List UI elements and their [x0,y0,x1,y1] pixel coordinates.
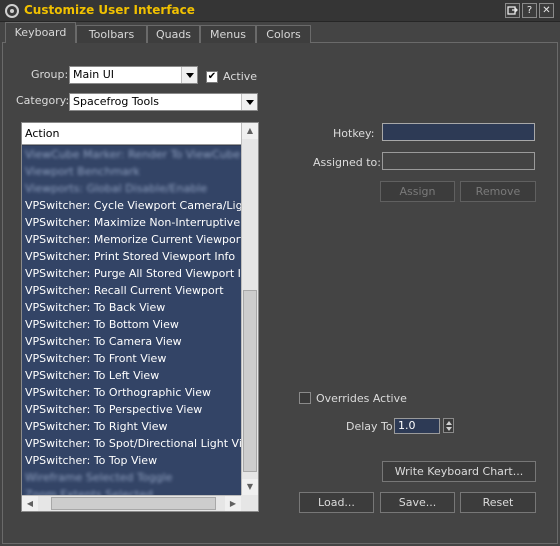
active-label: Active [223,70,258,83]
category-label: Category: [16,94,70,107]
list-item[interactable]: VPSwitcher: To Front View [22,350,241,367]
tab-colors[interactable]: Colors [256,25,311,43]
category-dropdown[interactable]: Spacefrog Tools [69,93,258,111]
group-dropdown[interactable]: Main UI [69,66,198,84]
tab-menus[interactable]: Menus [200,25,256,43]
overrides-active-label: Overrides Active [316,392,407,405]
list-item[interactable]: VPSwitcher: Maximize Non-Interruptive [22,214,241,231]
list-item[interactable]: VPSwitcher: Memorize Current Viewport [22,231,241,248]
load-button[interactable]: Load... [299,492,374,513]
scroll-left-arrow-icon[interactable]: ◀ [22,496,38,511]
group-label: Group: [31,68,69,81]
horizontal-scrollbar[interactable]: ◀ ▶ [22,495,241,511]
list-item[interactable]: VPSwitcher: Recall Current Viewport [22,282,241,299]
hotkey-label: Hotkey: [333,127,375,140]
reset-button[interactable]: Reset [460,492,536,513]
delay-spinner[interactable] [443,418,454,433]
list-item[interactable]: VPSwitcher: To Orthographic View [22,384,241,401]
chevron-down-icon[interactable] [241,94,257,110]
list-item[interactable]: Wireframe Selected Toggle [22,469,241,486]
list-item[interactable]: VPSwitcher: To Spot/Directional Light Vi… [22,435,241,452]
scrollbar-corner [241,495,258,511]
scroll-right-arrow-icon[interactable]: ▶ [225,496,241,511]
tab-toolbars[interactable]: Toolbars [76,25,147,43]
list-item[interactable]: VPSwitcher: Purge All Stored Viewport In… [22,265,241,282]
window-title: Customize User Interface [24,3,195,17]
scroll-down-arrow-icon[interactable]: ▼ [242,479,258,495]
list-item[interactable]: VPSwitcher: To Perspective View [22,401,241,418]
assign-button[interactable]: Assign [380,181,455,202]
hotkey-field[interactable] [382,123,535,141]
write-keyboard-chart-button[interactable]: Write Keyboard Chart... [382,461,536,482]
scroll-up-arrow-icon[interactable]: ▲ [242,123,258,139]
close-button[interactable]: ✕ [539,3,554,18]
remove-button[interactable]: Remove [460,181,536,202]
overrides-active-checkbox[interactable] [299,392,311,404]
action-rows[interactable]: ViewCube Marker: Render To ViewCube ModV… [22,146,241,495]
list-item[interactable]: VPSwitcher: Cycle Viewport Camera/Light [22,197,241,214]
tab-quads[interactable]: Quads [147,25,200,43]
list-item[interactable]: VPSwitcher: To Back View [22,299,241,316]
dock-icon[interactable] [505,3,520,18]
delay-to-field[interactable]: 1.0 [394,418,440,434]
list-item[interactable]: VPSwitcher: To Bottom View [22,316,241,333]
category-value: Spacefrog Tools [73,95,159,108]
vertical-scrollbar[interactable]: ▲ ▼ [241,123,258,495]
list-item[interactable]: Zoom Extents Selected [22,486,241,495]
list-item[interactable]: VPSwitcher: To Right View [22,418,241,435]
list-item[interactable]: VPSwitcher: To Camera View [22,333,241,350]
horizontal-scroll-thumb[interactable] [51,497,216,510]
list-item[interactable]: Viewport Benchmark [22,163,241,180]
tab-keyboard[interactable]: Keyboard [5,22,76,43]
action-list[interactable]: Action ViewCube Marker: Render To ViewCu… [21,122,259,512]
chevron-down-icon[interactable] [181,67,197,83]
list-item[interactable]: VPSwitcher: Print Stored Viewport Info [22,248,241,265]
assigned-to-field[interactable] [382,152,535,170]
group-value: Main UI [73,68,115,81]
list-item[interactable]: VPSwitcher: To Left View [22,367,241,384]
action-column-header[interactable]: Action [22,123,241,145]
app-logo-icon [5,4,19,18]
list-item[interactable]: ViewCube Marker: Render To ViewCube Mod [22,146,241,163]
save-button[interactable]: Save... [380,492,455,513]
spinner-up-arrow-icon[interactable] [446,421,452,425]
spinner-down-arrow-icon[interactable] [446,427,452,431]
list-item[interactable]: VPSwitcher: To Top View [22,452,241,469]
active-checkbox[interactable]: ✔ [206,71,218,83]
list-item[interactable]: Viewports: Global Disable/Enable [22,180,241,197]
vertical-scroll-thumb[interactable] [243,290,257,472]
delay-to-label: Delay To [346,420,393,433]
assigned-to-label: Assigned to: [313,156,381,169]
help-button[interactable]: ? [522,3,537,18]
